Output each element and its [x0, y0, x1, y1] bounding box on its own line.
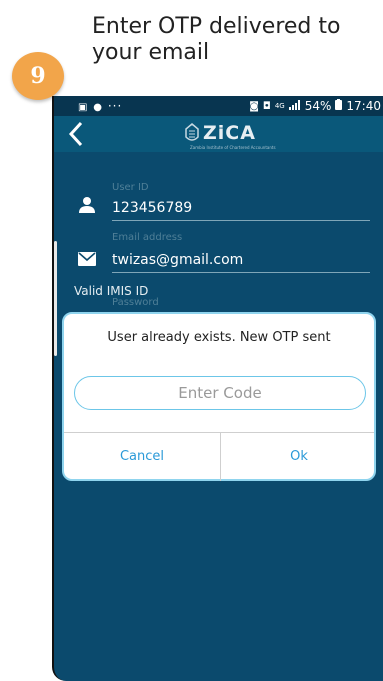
clock: 17:40	[346, 99, 381, 113]
otp-code-input[interactable]	[74, 376, 366, 410]
person-icon	[78, 196, 96, 218]
logo-emblem-icon	[185, 123, 199, 141]
battery-icon	[335, 99, 343, 113]
envelope-icon	[78, 251, 96, 270]
user-id-field[interactable]: 123456789	[112, 200, 192, 216]
ok-button[interactable]: Ok	[221, 432, 377, 481]
tutorial-caption: Enter OTP delivered to your email	[92, 14, 341, 65]
app-bar: ZiCA Zambia Institute of Chartered Accou…	[54, 116, 383, 152]
chevron-left-icon	[68, 121, 83, 147]
status-bar: ▣ ● ··· ◙ ◘ 4G 54% 17:40	[54, 96, 383, 116]
user-id-label: User ID	[112, 182, 149, 193]
network-type: 4G	[274, 102, 285, 110]
user-id-underline	[112, 220, 370, 221]
logo-subtitle: Zambia Institute of Chartered Accountant…	[190, 145, 276, 150]
signal-icon	[288, 99, 301, 113]
logo-text: ZiCA	[203, 122, 256, 144]
status-right-group: ◙ ◘ 4G 54% 17:40	[249, 99, 381, 113]
email-underline	[112, 272, 370, 273]
otp-dialog: User already exists. New OTP sent Cancel…	[62, 312, 376, 481]
back-button[interactable]	[68, 116, 84, 156]
email-label: Email address	[112, 232, 183, 243]
drawer-handle[interactable]	[54, 241, 57, 356]
mute-icon: ◘	[262, 100, 271, 112]
step-number-badge: 9	[12, 52, 64, 100]
status-more-indicator: ···	[107, 99, 123, 113]
battery-percent: 54%	[304, 99, 332, 113]
password-label: Password	[112, 297, 159, 308]
phone-screen: ▣ ● ··· ◙ ◘ 4G 54% 17:40 ZiCA Zambia Ins…	[52, 96, 383, 681]
zica-logo: ZiCA	[184, 122, 256, 144]
email-field[interactable]: twizas@gmail.com	[112, 252, 243, 268]
imis-id-label: Valid IMIS ID	[74, 284, 149, 298]
cancel-button[interactable]: Cancel	[64, 432, 220, 481]
status-notification-icons: ▣ ● ···	[78, 99, 123, 113]
alarm-icon: ◙	[249, 100, 259, 112]
dialog-message: User already exists. New OTP sent	[107, 330, 331, 345]
